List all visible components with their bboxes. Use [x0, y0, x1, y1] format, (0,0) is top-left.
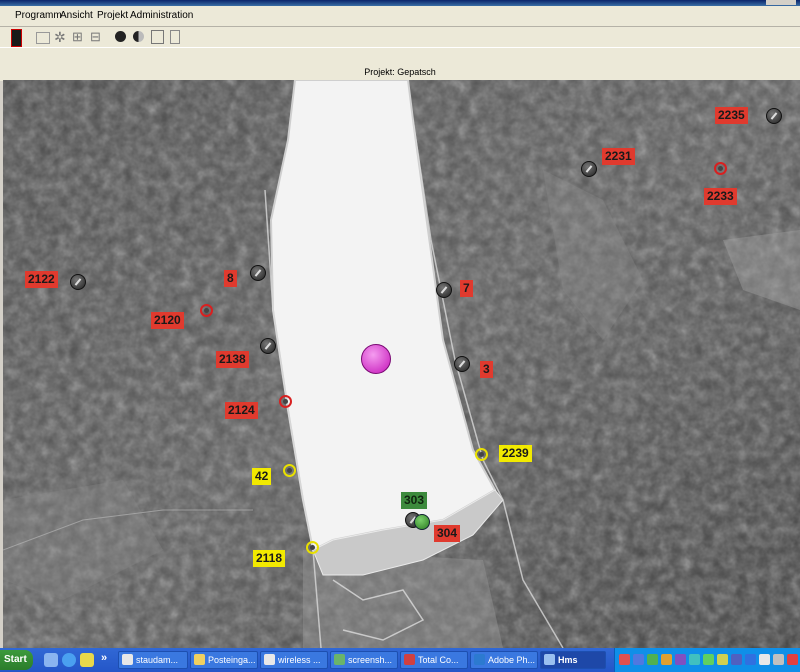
sensor-ring-42[interactable]	[283, 464, 296, 477]
sensor-pin-2235[interactable]	[766, 108, 782, 124]
label-7[interactable]: 7	[460, 280, 473, 297]
aerial-map	[3, 80, 800, 648]
tray-mail-icon[interactable]	[759, 654, 770, 665]
moon-half-icon[interactable]	[133, 31, 144, 42]
tray-volume-icon[interactable]	[717, 654, 728, 665]
menu-administration[interactable]: Administration	[130, 10, 193, 21]
tray-printer-icon[interactable]	[773, 654, 784, 665]
moon-icon[interactable]	[115, 31, 126, 42]
start-button[interactable]: Start	[0, 650, 33, 670]
sensor-ring-2239[interactable]	[475, 448, 488, 461]
tray-app-icon[interactable]	[675, 654, 686, 665]
label-2138[interactable]: 2138	[216, 351, 249, 368]
tray-network-icon[interactable]	[633, 654, 644, 665]
reservoir-pin[interactable]	[361, 344, 391, 374]
tree-icon[interactable]: ⊟	[90, 29, 106, 45]
label-2239[interactable]: 2239	[499, 445, 532, 462]
menu-bar: Programm Ansicht Projekt Administration	[0, 6, 800, 27]
tray-update-icon[interactable]	[661, 654, 672, 665]
tray-status-icon[interactable]	[703, 654, 714, 665]
sensor-pin-7[interactable]	[436, 282, 452, 298]
sensor-ring-2120[interactable]	[200, 304, 213, 317]
settings-icon[interactable]: ✲	[54, 29, 70, 45]
label-303[interactable]: 303	[401, 492, 428, 509]
label-42[interactable]: 42	[252, 468, 272, 485]
sensor-pin-3[interactable]	[454, 356, 470, 372]
label-304[interactable]: 304	[434, 525, 461, 542]
disk-icon	[404, 654, 415, 665]
tray-messenger-icon[interactable]	[689, 654, 700, 665]
window-controls[interactable]	[766, 0, 796, 5]
open-icon[interactable]	[36, 32, 50, 44]
tray-bluetooth-icon[interactable]	[745, 654, 756, 665]
tray-display-icon[interactable]	[731, 654, 742, 665]
window-icon	[122, 654, 133, 665]
quicklaunch-more[interactable]: »	[101, 652, 107, 664]
taskbar-button-wireless[interactable]: wireless ...	[260, 651, 328, 669]
trash-icon[interactable]	[170, 30, 180, 44]
taskbar-button-hms[interactable]: Hms	[540, 651, 606, 669]
sensor-pin-2138[interactable]	[260, 338, 276, 354]
taskbar-button-staudam[interactable]: staudam...	[118, 651, 188, 669]
hierarchy-icon[interactable]: ⊞	[72, 29, 88, 45]
label-2120[interactable]: 2120	[151, 312, 184, 329]
taskbar-button-screenshot[interactable]: screensh...	[330, 651, 398, 669]
mail-icon	[194, 654, 205, 665]
sensor-ring-2124[interactable]	[279, 395, 292, 408]
label-8[interactable]: 8	[224, 270, 237, 287]
taskbar: Start » staudam... Posteinga... wireless…	[0, 648, 800, 672]
project-header: Projekt: Gepatsch	[0, 47, 800, 81]
tray-alert-icon[interactable]	[787, 654, 798, 665]
sensor-pin-2122[interactable]	[70, 274, 86, 290]
sensor-ring-2118[interactable]	[306, 541, 319, 554]
sensor-pin-2231[interactable]	[581, 161, 597, 177]
system-tray	[614, 648, 800, 672]
label-2124[interactable]: 2124	[225, 402, 258, 419]
messenger-icon[interactable]	[80, 653, 94, 667]
label-3[interactable]: 3	[480, 361, 493, 378]
project-title: Projekt: Gepatsch	[364, 67, 436, 77]
taskbar-button-posteingang[interactable]: Posteinga...	[190, 651, 258, 669]
label-2235[interactable]: 2235	[715, 107, 748, 124]
tray-antivirus-icon[interactable]	[619, 654, 630, 665]
desktop-icon[interactable]	[44, 653, 58, 667]
toolbar: ✲ ⊞ ⊟	[0, 27, 800, 47]
label-2122[interactable]: 2122	[25, 271, 58, 288]
photoshop-icon	[474, 654, 485, 665]
taskbar-button-totalcommander[interactable]: Total Co...	[400, 651, 468, 669]
sensor-pin-304[interactable]	[414, 514, 430, 530]
menu-ansicht[interactable]: Ansicht	[60, 10, 93, 21]
label-2118[interactable]: 2118	[253, 550, 286, 567]
map-view[interactable]: 2235 2231 2233 2122 8 7 2120 2138 3 2124…	[3, 80, 800, 648]
exit-icon[interactable]	[11, 29, 22, 47]
app-icon	[544, 654, 555, 665]
menu-projekt[interactable]: Projekt	[97, 10, 128, 21]
label-2231[interactable]: 2231	[602, 148, 635, 165]
menu-programm[interactable]: Programm	[15, 10, 62, 21]
copy-icon[interactable]	[151, 30, 164, 44]
label-2233[interactable]: 2233	[704, 188, 737, 205]
tray-sync-icon[interactable]	[647, 654, 658, 665]
taskbar-button-adobe[interactable]: Adobe Ph...	[470, 651, 538, 669]
sensor-pin-8[interactable]	[250, 265, 266, 281]
sensor-ring-2233[interactable]	[714, 162, 727, 175]
document-icon	[264, 654, 275, 665]
browser-icon[interactable]	[62, 653, 76, 667]
image-icon	[334, 654, 345, 665]
